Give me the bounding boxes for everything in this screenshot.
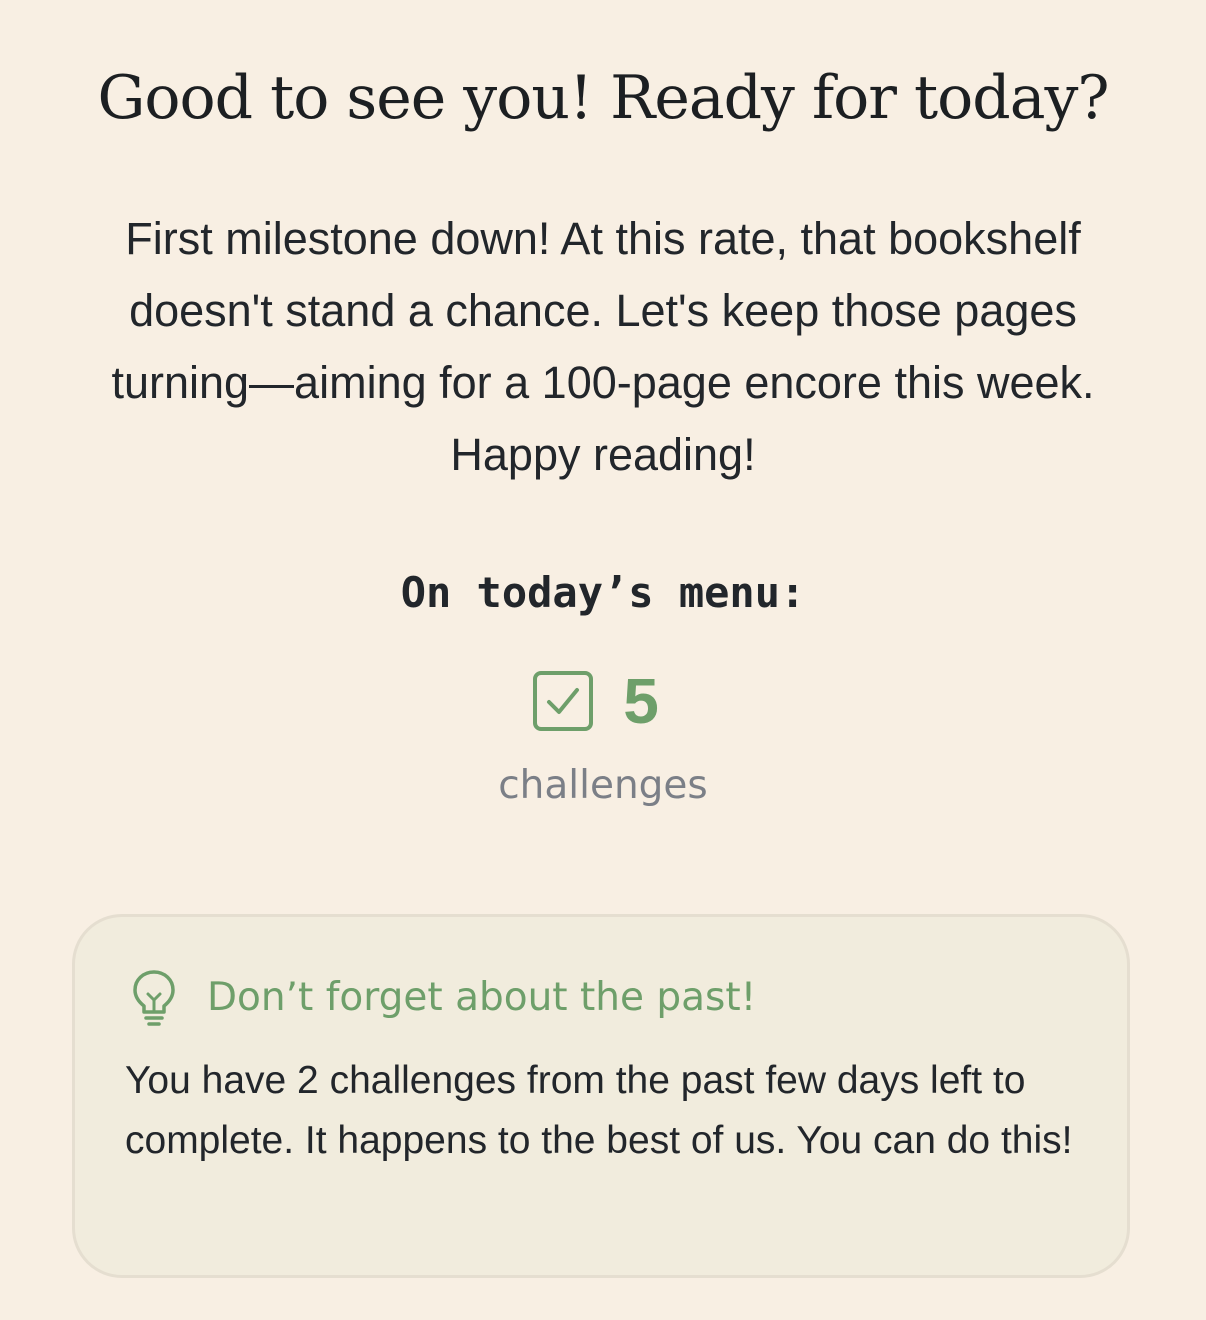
reminder-body: You have 2 challenges from the past few …	[125, 1059, 1073, 1162]
menu-heading: On today’s menu:	[400, 568, 806, 617]
reminder-title: Don’t forget about the past!	[207, 975, 757, 1020]
challenge-count: 5	[623, 665, 659, 737]
checkbox-checked-icon	[533, 671, 594, 731]
past-challenges-reminder-card: Don’t forget about the past! You have 2 …	[72, 914, 1130, 1278]
lightbulb-icon	[133, 970, 175, 1026]
greeting-heading: Good to see you! Ready for today?	[97, 63, 1109, 133]
intro-message: First milestone down! At this rate, that…	[111, 213, 1095, 480]
reminder-header: Don’t forget about the past!	[131, 969, 756, 1027]
challenge-count-label: challenges	[498, 763, 708, 808]
challenge-count-row: 5	[0, 664, 1206, 738]
